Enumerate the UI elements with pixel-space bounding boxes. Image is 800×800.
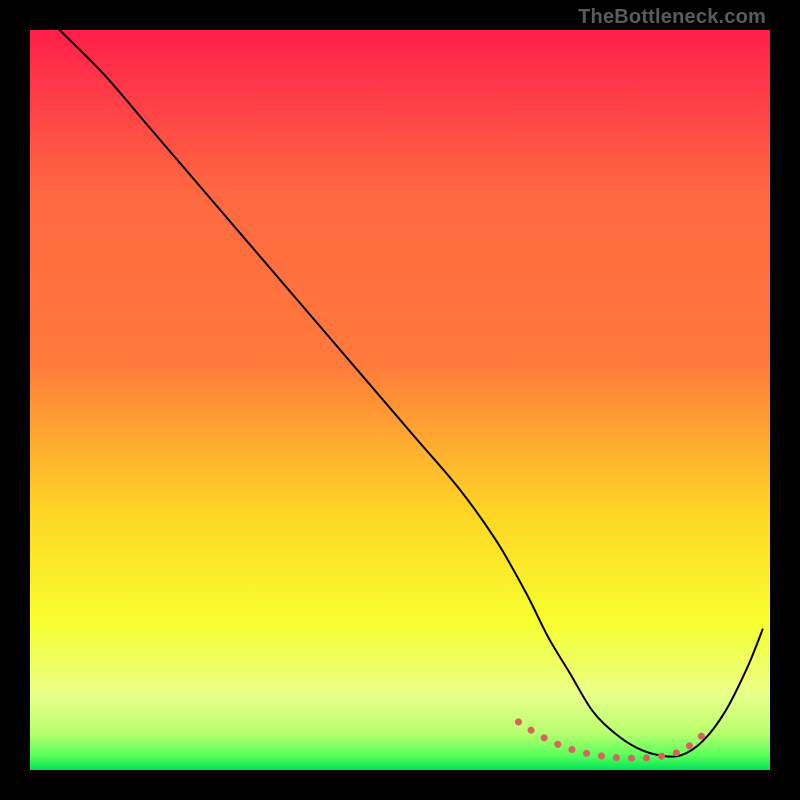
chart-svg <box>30 30 770 770</box>
gradient-background <box>30 30 770 770</box>
chart-frame: TheBottleneck.com <box>0 0 800 800</box>
plot-area <box>30 30 770 770</box>
watermark-text: TheBottleneck.com <box>578 6 766 29</box>
